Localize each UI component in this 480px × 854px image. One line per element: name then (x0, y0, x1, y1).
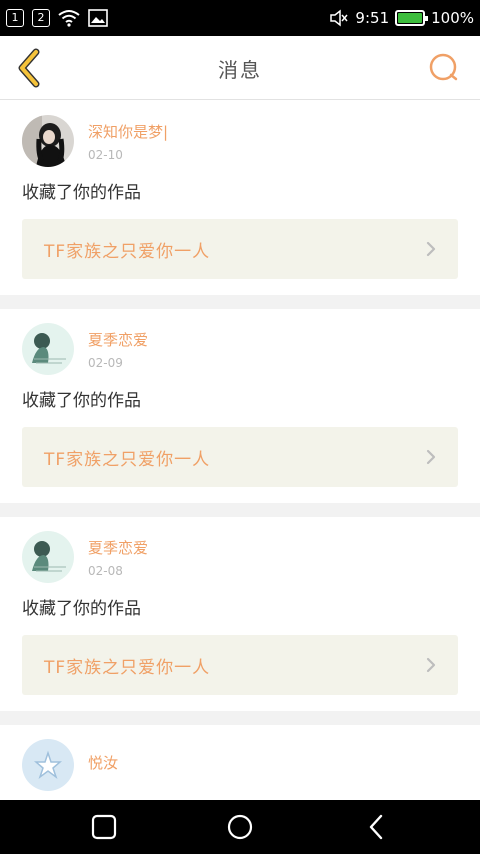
action-text: 收藏了你的作品 (22, 183, 141, 203)
back-icon (369, 814, 383, 840)
sim-1-icon: 1 (6, 9, 24, 27)
sim-2-icon: 2 (32, 9, 50, 27)
search-icon (429, 53, 458, 81)
username[interactable]: 夏季恋爱 (88, 537, 148, 558)
image-icon (88, 9, 108, 27)
username[interactable]: 深知你是梦| (88, 121, 168, 142)
message-card: 悦汝 (0, 725, 480, 800)
action-text: 收藏了你的作品 (22, 391, 141, 411)
app-header: 消息 (0, 36, 480, 100)
action-text: 收藏了你的作品 (22, 599, 141, 619)
status-time: 9:51 (355, 9, 390, 27)
message-card: 夏季恋爱 02-09 收藏了你的作品 TF家族之只爱你一人 (0, 309, 480, 503)
card-meta: 深知你是梦| 02-10 (88, 121, 168, 162)
card-header: 悦汝 (22, 739, 458, 791)
home-icon (227, 814, 253, 840)
avatar[interactable] (22, 531, 74, 583)
search-button[interactable] (424, 48, 464, 88)
card-header: 夏季恋爱 02-09 (22, 323, 458, 375)
system-nav-bar (0, 800, 480, 854)
chevron-right-icon (426, 449, 436, 465)
battery-icon (395, 10, 429, 26)
work-title: TF家族之只爱你一人 (44, 657, 211, 678)
battery-percent: 100% (431, 9, 474, 27)
message-card: 深知你是梦| 02-10 收藏了你的作品 TF家族之只爱你一人 (0, 101, 480, 295)
work-link[interactable]: TF家族之只爱你一人 (22, 219, 458, 279)
dark-girl-avatar-icon (22, 115, 74, 167)
system-back-button[interactable] (362, 812, 392, 842)
card-header: 深知你是梦| 02-10 (22, 115, 458, 167)
card-meta: 夏季恋爱 02-08 (88, 537, 148, 578)
message-card: 夏季恋爱 02-08 收藏了你的作品 TF家族之只爱你一人 (0, 517, 480, 711)
card-header: 夏季恋爱 02-08 (22, 531, 458, 583)
username[interactable]: 悦汝 (88, 752, 118, 773)
status-right: 9:51 100% (329, 8, 474, 28)
wifi-icon (58, 10, 80, 27)
work-title: TF家族之只爱你一人 (44, 449, 211, 470)
mint-girl-avatar-icon (22, 323, 74, 375)
card-meta: 悦汝 (88, 752, 118, 779)
mute-icon (330, 9, 348, 27)
message-date: 02-10 (88, 147, 123, 162)
blue-star-avatar-icon (22, 739, 74, 791)
work-link[interactable]: TF家族之只爱你一人 (22, 635, 458, 695)
page-title: 消息 (218, 58, 262, 82)
home-button[interactable] (225, 812, 255, 842)
status-left: 1 2 (6, 8, 108, 28)
work-title: TF家族之只爱你一人 (44, 241, 211, 262)
avatar[interactable] (22, 739, 74, 791)
message-feed[interactable]: 深知你是梦| 02-10 收藏了你的作品 TF家族之只爱你一人 夏季恋爱 02-… (0, 101, 480, 800)
recents-icon (91, 814, 117, 840)
mint-girl-avatar-icon (22, 531, 74, 583)
status-bar: 1 2 9:51 100% (0, 0, 480, 36)
message-date: 02-09 (88, 355, 123, 370)
avatar[interactable] (22, 323, 74, 375)
chevron-right-icon (426, 657, 436, 673)
message-date: 02-08 (88, 563, 123, 578)
recents-button[interactable] (89, 812, 119, 842)
chevron-right-icon (426, 241, 436, 257)
username[interactable]: 夏季恋爱 (88, 329, 148, 350)
card-meta: 夏季恋爱 02-09 (88, 329, 148, 370)
work-link[interactable]: TF家族之只爱你一人 (22, 427, 458, 487)
avatar[interactable] (22, 115, 74, 167)
